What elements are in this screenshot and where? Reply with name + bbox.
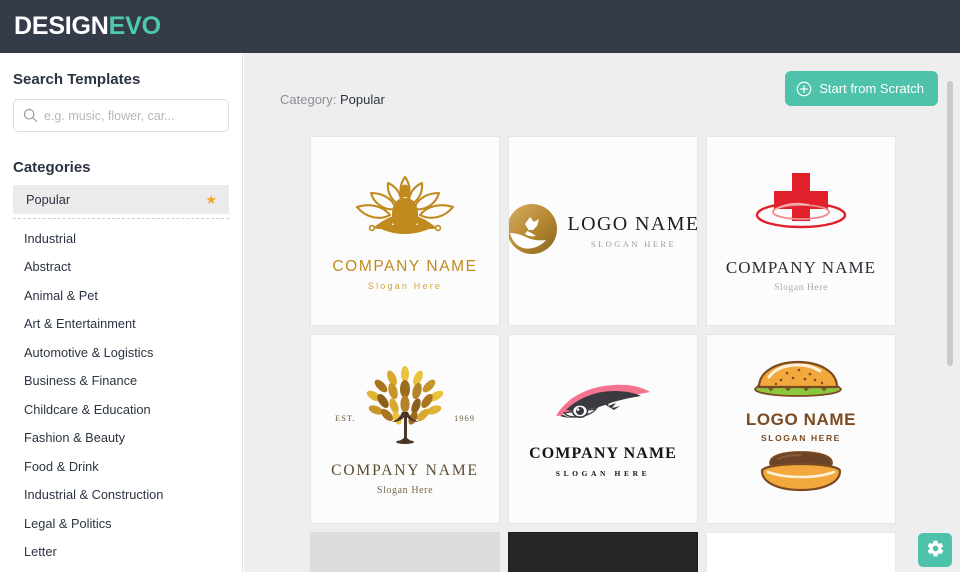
sidebar-item-label: Letter [24, 544, 57, 560]
template-card-placeholder-gray[interactable] [310, 532, 500, 572]
category-list: Popular ★ Industrial Abstract Animal & P… [0, 185, 242, 566]
template-slogan: SLOGAN HERE [590, 239, 677, 249]
template-title: COMPANY NAME [332, 258, 478, 275]
template-row: COMPANY NAME Slogan Here LOGO NAME SLOGA… [310, 136, 902, 326]
eye-lash-icon [548, 380, 658, 433]
template-title: LOGO NAME [567, 213, 698, 235]
template-slogan: Slogan Here [774, 283, 828, 293]
breadcrumb: Category: Popular [280, 92, 385, 107]
template-slogan: SLOGAN HERE [555, 469, 651, 478]
sidebar: Search Templates Categories Popular ★ In… [0, 53, 243, 572]
star-icon: ★ [205, 192, 217, 207]
app-logo[interactable]: DESIGNEVO [14, 14, 161, 39]
start-from-scratch-label: Start from Scratch [819, 81, 924, 96]
template-card-dove-hand[interactable]: LOGO NAME SLOGAN HERE [508, 136, 698, 326]
template-slogan: Slogan Here [367, 281, 443, 291]
breadcrumb-label: Category: [280, 92, 337, 107]
sidebar-item-popular[interactable]: Popular ★ [13, 185, 229, 214]
settings-button[interactable] [918, 533, 952, 567]
template-card-burger[interactable]: LOGO NAME SLOGAN HERE [706, 334, 896, 524]
template-card-yoga-lotus[interactable]: COMPANY NAME Slogan Here [310, 136, 500, 326]
template-slogan: SLOGAN HERE [761, 432, 841, 443]
sidebar-item-childcare-education[interactable]: Childcare & Education [12, 395, 242, 424]
sidebar-item-legal-politics[interactable]: Legal & Politics [12, 509, 242, 538]
established-year: 1969 [454, 413, 475, 423]
sidebar-item-label: Food & Drink [24, 458, 99, 474]
search-box[interactable] [13, 99, 229, 132]
sidebar-item-label: Popular [26, 192, 71, 207]
template-card-medical-cross[interactable]: COMPANY NAME Slogan Here [706, 136, 896, 326]
logo-text-evo: EVO [108, 12, 161, 40]
template-row: EST. 1969 COMPANY NAME Slogan Here COMPA… [310, 334, 902, 524]
logo-text-design: DESIGN [14, 12, 109, 40]
template-card-gold-tree[interactable]: EST. 1969 COMPANY NAME Slogan Here [310, 334, 500, 524]
template-title: LOGO NAME [745, 409, 857, 429]
categories-heading: Categories [13, 159, 91, 176]
sidebar-item-art-entertainment[interactable]: Art & Entertainment [12, 310, 242, 339]
sidebar-item-label: Industrial & Construction [24, 487, 164, 503]
template-card-placeholder-dark[interactable] [508, 532, 698, 572]
template-grid: COMPANY NAME Slogan Here LOGO NAME SLOGA… [310, 136, 902, 572]
search-icon [23, 108, 38, 123]
start-from-scratch-button[interactable]: Start from Scratch [785, 71, 938, 106]
established-prefix: EST. [335, 413, 356, 423]
plus-circle-icon [796, 81, 812, 97]
sidebar-item-abstract[interactable]: Abstract [12, 253, 242, 282]
medical-cross-icon [745, 169, 857, 244]
burger-icon [743, 359, 859, 406]
sidebar-item-business-finance[interactable]: Business & Finance [12, 367, 242, 396]
template-title: COMPANY NAME [331, 462, 479, 479]
sidebar-item-fashion-beauty[interactable]: Fashion & Beauty [12, 424, 242, 453]
template-title: COMPANY NAME [725, 258, 877, 277]
sidebar-item-letter[interactable]: Letter [12, 538, 242, 567]
sidebar-item-industrial-construction[interactable]: Industrial & Construction [12, 481, 242, 510]
burger-bottom-icon [746, 449, 856, 500]
sidebar-item-animal-pet[interactable]: Animal & Pet [12, 281, 242, 310]
breadcrumb-value: Popular [340, 92, 385, 107]
sidebar-item-label: Fashion & Beauty [24, 430, 126, 446]
main-scrollbar-track[interactable] [946, 53, 954, 572]
template-row [310, 532, 902, 572]
sidebar-item-label: Animal & Pet [24, 287, 98, 303]
template-slogan: Slogan Here [376, 485, 434, 496]
gear-icon [926, 539, 945, 561]
sidebar-item-label: Art & Entertainment [24, 316, 136, 332]
template-card-beauty-eye[interactable]: COMPANY NAME SLOGAN HERE [508, 334, 698, 524]
search-templates-heading: Search Templates [13, 71, 141, 88]
search-input[interactable] [44, 100, 209, 131]
lotus-meditation-icon [345, 171, 465, 248]
sidebar-item-label: Childcare & Education [24, 401, 151, 417]
sidebar-item-label: Business & Finance [24, 373, 138, 389]
sidebar-item-food-drink[interactable]: Food & Drink [12, 452, 242, 481]
sidebar-item-label: Legal & Politics [24, 515, 112, 531]
sidebar-item-industrial[interactable]: Industrial [12, 224, 242, 253]
main-content: Category: Popular Start from Scratch COM… [244, 53, 960, 572]
main-scrollbar-thumb[interactable] [947, 81, 953, 366]
app-header: DESIGNEVO [0, 0, 960, 53]
designevo-template-browser: DESIGNEVO Search Templates Categories Po… [0, 0, 960, 572]
dove-in-hand-icon [509, 203, 558, 260]
tree-icon [352, 362, 458, 451]
sidebar-item-label: Abstract [24, 259, 71, 275]
sidebar-item-label: Automotive & Logistics [24, 344, 154, 360]
template-title: COMPANY NAME [529, 445, 677, 462]
category-divider [13, 218, 229, 219]
sidebar-item-automotive-logistics[interactable]: Automotive & Logistics [12, 338, 242, 367]
sidebar-item-label: Industrial [24, 230, 76, 246]
template-card-placeholder-white[interactable] [706, 532, 896, 572]
